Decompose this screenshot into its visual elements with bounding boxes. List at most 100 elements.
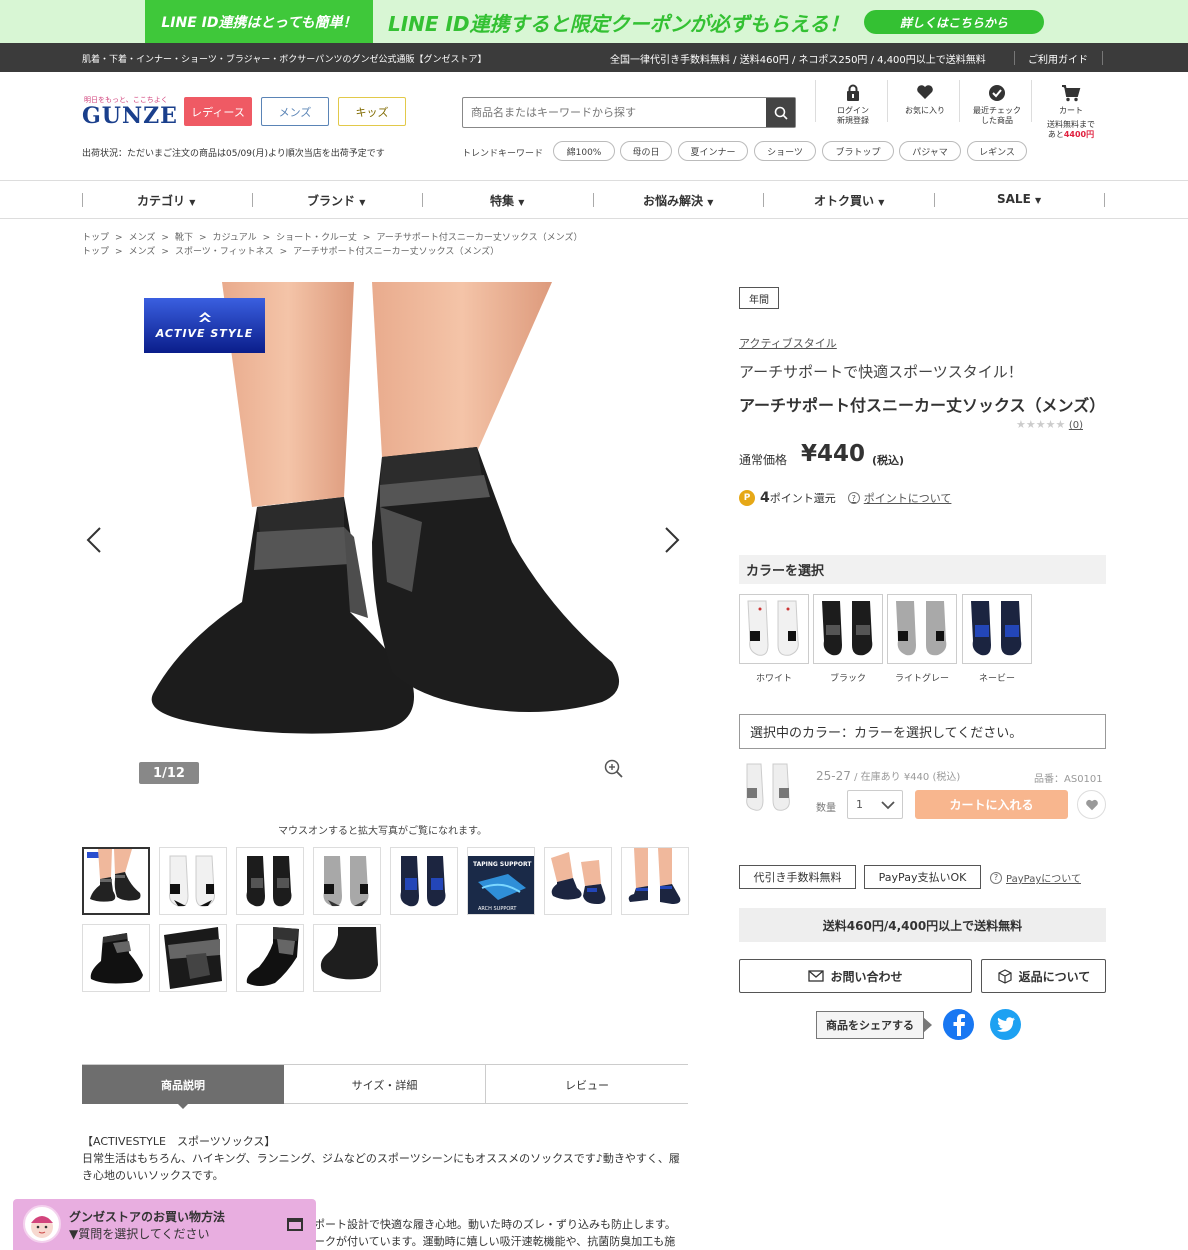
tab-size-details[interactable]: サイズ・詳細 bbox=[284, 1065, 486, 1104]
price-label: 通常価格 bbox=[739, 453, 788, 467]
add-to-cart-button[interactable]: カートに入れる bbox=[915, 790, 1068, 819]
breadcrumb-item[interactable]: 靴下 bbox=[175, 233, 193, 243]
trend-keyword-chip[interactable]: 母の日 bbox=[620, 141, 672, 161]
tab-reviews[interactable]: レビュー bbox=[486, 1065, 688, 1104]
kids-button[interactable]: キッズ bbox=[338, 97, 406, 126]
color-swatch-black[interactable] bbox=[813, 594, 883, 664]
search-button[interactable] bbox=[766, 98, 795, 127]
banner-details-button[interactable]: 詳しくはこちらから bbox=[864, 10, 1044, 34]
gallery-thumbnail[interactable] bbox=[159, 847, 227, 915]
breadcrumb-item[interactable]: メンズ bbox=[129, 233, 156, 243]
cart-link[interactable]: カート 送料無料まで あと4400円 bbox=[1040, 84, 1102, 154]
twitter-share-button[interactable] bbox=[990, 1009, 1021, 1040]
heart-icon bbox=[917, 85, 933, 99]
product-description: 【ACTIVESTYLE スポーツソックス】 日常生活はもちろん、ハイキング、ラ… bbox=[82, 1133, 688, 1184]
trend-keyword-chip[interactable]: ショーツ bbox=[754, 141, 816, 161]
description-body: 日常生活はもちろん、ハイキング、ランニング、ジムなどのスポーツシーンにもオススメ… bbox=[82, 1152, 680, 1182]
divider bbox=[1014, 51, 1015, 65]
gallery-thumbnail[interactable] bbox=[159, 924, 227, 992]
description-line: ークが付いています。運動時に嬉しい吸汗速乾機能や、抗菌防臭加工も施 bbox=[314, 1235, 676, 1248]
breadcrumb-item[interactable]: スポーツ・フィットネス bbox=[175, 247, 274, 257]
breadcrumb-item[interactable]: トップ bbox=[82, 247, 109, 257]
gallery-thumbnail[interactable] bbox=[82, 847, 150, 915]
next-image-button[interactable] bbox=[664, 526, 680, 558]
minimize-icon[interactable] bbox=[287, 1218, 303, 1231]
divider bbox=[959, 80, 960, 122]
search-icon bbox=[774, 106, 788, 120]
nav-solutions[interactable]: お悩み解決 ▼ bbox=[643, 192, 713, 209]
breadcrumb-item[interactable]: トップ bbox=[82, 233, 109, 243]
lock-icon bbox=[847, 84, 859, 101]
breadcrumb-item[interactable]: メンズ bbox=[129, 247, 156, 257]
points-value: 4 bbox=[760, 490, 770, 506]
review-count-link[interactable]: (0) bbox=[1069, 420, 1083, 431]
search-input[interactable] bbox=[463, 98, 767, 127]
gallery-thumbnail[interactable] bbox=[236, 847, 304, 915]
nav-brand[interactable]: ブランド ▼ bbox=[307, 192, 365, 209]
gallery-thumbnail[interactable] bbox=[82, 924, 150, 992]
gallery-thumbnail[interactable] bbox=[236, 924, 304, 992]
breadcrumb-item[interactable]: ショート・クルー丈 bbox=[276, 233, 357, 243]
cart-note-2: あと4400円 bbox=[1040, 130, 1102, 140]
gallery-thumbnail[interactable] bbox=[544, 847, 612, 915]
recent-label-1: 最近チェック bbox=[973, 106, 1021, 115]
arch-label: ARCH SUPPORT bbox=[478, 906, 517, 912]
add-to-favorites-button[interactable] bbox=[1077, 790, 1106, 819]
gallery-thumbnail[interactable]: TAPING SUPPORT ARCH SUPPORT bbox=[467, 847, 535, 915]
nav-category[interactable]: カテゴリ ▼ bbox=[137, 192, 195, 209]
product-title: アーチサポート付スニーカー丈ソックス（メンズ） bbox=[739, 396, 1106, 415]
guide-link[interactable]: ご利用ガイド bbox=[1028, 51, 1088, 66]
paypay-info-link[interactable]: ? PayPayについて bbox=[990, 870, 1081, 885]
gallery-thumbnail[interactable] bbox=[313, 924, 381, 992]
main-product-image[interactable] bbox=[82, 282, 688, 788]
nav-label: オトク買い bbox=[814, 194, 875, 208]
ladies-button[interactable]: レディース bbox=[184, 97, 252, 126]
color-swatch-light-gray[interactable] bbox=[887, 594, 957, 664]
returns-button[interactable]: 返品について bbox=[981, 959, 1106, 993]
facebook-share-button[interactable] bbox=[943, 1009, 974, 1040]
gallery-thumbnail[interactable] bbox=[621, 847, 689, 915]
active-tab-pointer bbox=[177, 1103, 189, 1109]
facebook-icon bbox=[953, 1013, 965, 1036]
divider bbox=[82, 193, 83, 207]
points-help-link[interactable]: ? ポイントについて bbox=[847, 490, 951, 506]
caret-down-icon: ▼ bbox=[707, 198, 714, 207]
quantity-select[interactable]: 1 bbox=[847, 790, 903, 819]
cart-note-1: 送料無料まで bbox=[1047, 120, 1095, 129]
login-link[interactable]: ログイン 新規登録 bbox=[822, 84, 884, 154]
zoom-button[interactable] bbox=[604, 759, 624, 783]
divider bbox=[422, 193, 423, 207]
trend-keyword-chip[interactable]: 綿100% bbox=[553, 141, 615, 161]
shipping-fee-bar: 送料460円/4,400円以上で送料無料 bbox=[739, 908, 1106, 942]
gallery-thumbnail[interactable] bbox=[313, 847, 381, 915]
nav-sale[interactable]: SALE ▼ bbox=[997, 192, 1041, 206]
favorites-link[interactable]: お気に入り bbox=[894, 84, 956, 154]
gallery-thumbnail[interactable] bbox=[390, 847, 458, 915]
rating: ★★★★★ (0) bbox=[1016, 418, 1083, 431]
description-heading: 【ACTIVESTYLE スポーツソックス】 bbox=[82, 1135, 276, 1148]
line-promo-banner[interactable]: LINE ID連携はとっても簡単！ LINE ID連携すると限定クーポンが必ずも… bbox=[0, 0, 1188, 43]
trend-keyword-chip[interactable]: 夏インナー bbox=[678, 141, 748, 161]
breadcrumb-item[interactable]: カジュアル bbox=[213, 233, 257, 243]
quantity-label: 数量 bbox=[816, 803, 836, 814]
tab-description[interactable]: 商品説明 bbox=[82, 1065, 284, 1104]
nav-deals[interactable]: オトク買い ▼ bbox=[814, 192, 884, 209]
divider bbox=[593, 193, 594, 207]
contact-button[interactable]: お問い合わせ bbox=[739, 959, 972, 993]
nav-feature[interactable]: 特集 ▼ bbox=[490, 192, 524, 209]
prev-image-button[interactable] bbox=[86, 526, 102, 558]
shipping-info: 全国一律代引き手数料無料 / 送料460円 / ネコポス250円 / 4,400… bbox=[610, 55, 986, 66]
color-swatch-navy[interactable] bbox=[962, 594, 1032, 664]
swatch-image bbox=[747, 600, 799, 656]
gunze-logo[interactable]: 明日をもっと、ここちよく GUNZE bbox=[82, 95, 177, 129]
mens-button[interactable]: メンズ bbox=[261, 97, 329, 126]
recently-viewed-link[interactable]: 最近チェック した商品 bbox=[966, 84, 1028, 154]
points-info: P 4 ポイント還元 ? ポイントについて bbox=[739, 490, 951, 506]
points-unit: ポイント還元 bbox=[769, 492, 836, 505]
paypay-tag: PayPay支払いOK bbox=[864, 865, 981, 889]
brand-link[interactable]: アクティブスタイル bbox=[739, 335, 837, 351]
share-pointer bbox=[923, 1017, 932, 1033]
shopping-help-chat[interactable]: グンゼストアのお買い物方法 ▼質問を選択してください bbox=[13, 1199, 316, 1250]
color-swatch-white[interactable] bbox=[739, 594, 809, 664]
login-label: ログイン bbox=[837, 106, 869, 115]
